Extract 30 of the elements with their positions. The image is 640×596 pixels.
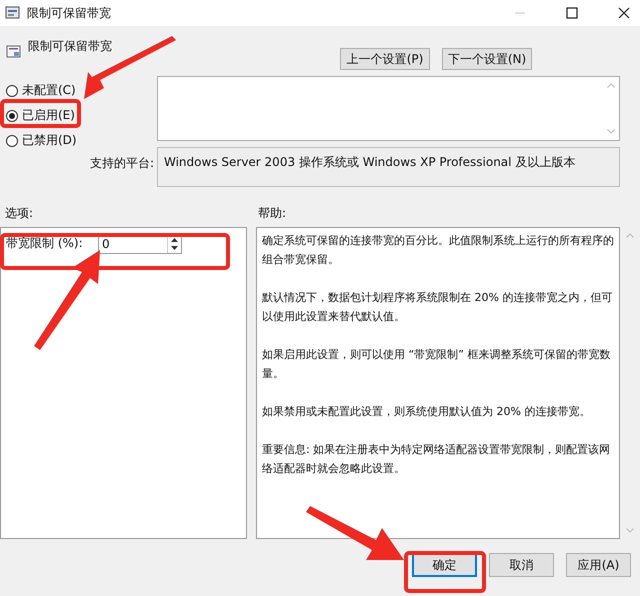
close-icon[interactable] — [618, 7, 630, 19]
platform-label: 支持的平台: — [90, 155, 156, 172]
nav-button[interactable]: 上一个设置(P) — [340, 48, 430, 70]
help-paragraph: 确定系统可保留的连接带宽的百分比。此值限制系统上运行的所有程序的组合带宽保留。 — [262, 233, 614, 268]
field-label: 带宽限制 (%): — [6, 235, 84, 252]
nav-button[interactable]: 下一个设置(N) — [442, 48, 532, 70]
policy-icon — [6, 44, 22, 60]
dialog-button[interactable]: 取消 — [489, 553, 554, 577]
policy-title: 限制可保留带宽 — [28, 38, 112, 55]
radio-option[interactable]: 未配置(C) — [6, 82, 157, 99]
help-paragraph: 如果启用此设置，则可以使用 “带宽限制” 框来调整系统可保留的带宽数量。 — [262, 347, 612, 382]
help-label: 帮助: — [258, 205, 286, 222]
scroll-down-icon[interactable] — [626, 528, 634, 533]
radio-option[interactable]: 已启用(E) — [6, 107, 157, 124]
window-title: 限制可保留带宽 — [27, 4, 111, 22]
scroll-down-icon[interactable] — [607, 129, 615, 134]
help-paragraph: 如果禁用或未配置此设置，则系统使用默认值为 20% 的连接带宽。 — [262, 404, 592, 420]
options-label: 选项: — [4, 205, 34, 222]
platform-box: Windows Server 2003 操作系统或 Windows XP Professional 及以上版本 — [157, 147, 620, 187]
help-paragraph: 默认情况下，数据包计划程序将系统限制在 20% 的连接带宽之内，但可以使用此设置来替代默认值。 — [262, 290, 614, 325]
dialog-button[interactable]: 应用(A) — [566, 553, 631, 577]
policy-icon — [5, 5, 21, 21]
scroll-up-icon[interactable] — [626, 233, 634, 238]
maximize-icon[interactable] — [566, 7, 578, 19]
comment-field[interactable] — [157, 76, 620, 141]
dialog-button[interactable]: 确定 — [412, 553, 477, 577]
radio-option[interactable]: 已禁用(D) — [6, 132, 157, 149]
help-paragraph: 重要信息: 如果在注册表中为特定网络适配器设置带宽限制，则配置该网络适配器时就会忽略此设置。 — [262, 442, 612, 477]
scroll-up-icon[interactable] — [607, 83, 615, 88]
spin-arrows-icon[interactable] — [170, 236, 179, 252]
